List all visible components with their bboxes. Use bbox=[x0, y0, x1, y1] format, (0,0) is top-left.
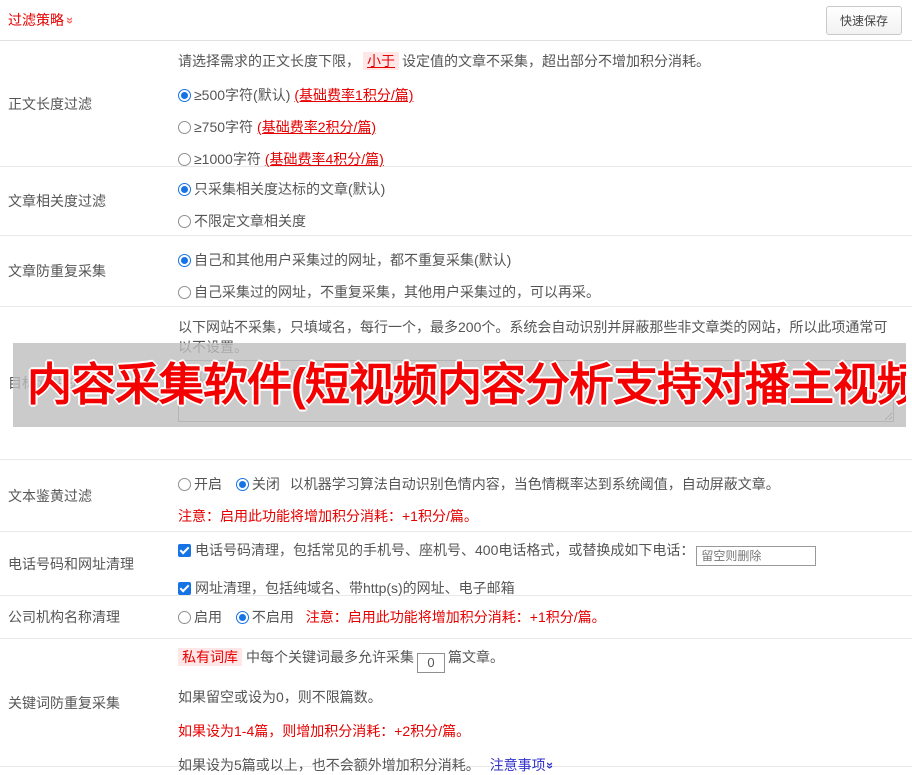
radio-icon[interactable] bbox=[178, 611, 191, 624]
site-filter-intro: 以下网站不采集，只填域名，每行一个，最多200个。系统会自动识别并屏蔽那些非文章… bbox=[178, 319, 888, 355]
radio-selected-icon[interactable] bbox=[235, 611, 249, 624]
row-label: 文本鉴黄过滤 bbox=[8, 487, 92, 504]
radio-icon[interactable] bbox=[178, 215, 191, 228]
replacement-phone-input[interactable] bbox=[696, 546, 817, 566]
company-cleanup-enable-option[interactable]: 启用 bbox=[178, 609, 222, 625]
fee-note: (基础费率2积分/篇) bbox=[257, 119, 377, 135]
notes-link[interactable]: 注意事项» bbox=[490, 757, 558, 773]
row-porn-filter: 文本鉴黄过滤 开启 关闭 以机器学习算法自动识别色情内容，当色情概率达到系统阈值… bbox=[0, 460, 912, 532]
blocked-domains-textarea[interactable] bbox=[178, 360, 894, 422]
fee-note: (基础费率4积分/篇) bbox=[264, 151, 384, 167]
page-title[interactable]: 过滤策略 » bbox=[8, 10, 79, 30]
lessthan-highlight: 小于 bbox=[363, 52, 399, 70]
quick-save-button[interactable]: 快速保存 bbox=[825, 5, 902, 35]
chevron-down-icon: » bbox=[63, 16, 79, 24]
company-cleanup-disable-option[interactable]: 不启用 bbox=[235, 609, 294, 625]
length-option-1000[interactable]: ≥1000字符 (基础费率4积分/篇) bbox=[178, 149, 904, 169]
row-company-name-cleanup: 公司机构名称清理 启用 不启用 注意：启用此功能将增加积分消耗：+1积分/篇。 bbox=[0, 596, 912, 639]
checkbox-checked-icon[interactable] bbox=[178, 544, 191, 557]
checkbox-checked-icon[interactable] bbox=[178, 582, 191, 595]
row-target-site-filter: 目标网站过滤 以下网站不采集，只填域名，每行一个，最多200个。系统会自动识别并… bbox=[0, 307, 912, 460]
row-content-length-filter: 正文长度过滤 请选择需求的正文长度下限， 小于 设定值的文章不采集，超出部分不增加积… bbox=[0, 41, 912, 167]
row-label: 关键词防重复采集 bbox=[8, 694, 120, 711]
company-cleanup-cost-note: 注意：启用此功能将增加积分消耗：+1积分/篇。 bbox=[305, 609, 606, 625]
length-option-750[interactable]: ≥750字符 (基础费率2积分/篇) bbox=[178, 117, 904, 137]
row-label: 文章相关度过滤 bbox=[8, 193, 106, 209]
row-label: 文章防重复采集 bbox=[8, 263, 106, 279]
dedup-option-all-users[interactable]: 自己和其他用户采集过的网址，都不重复采集(默认) bbox=[178, 250, 904, 270]
page-title-text: 过滤策略 bbox=[8, 12, 64, 28]
row-relevance-filter: 文章相关度过滤 只采集相关度达标的文章(默认) 不限定文章相关度 bbox=[0, 167, 912, 236]
row-label: 电话号码和网址清理 bbox=[8, 555, 134, 572]
porn-filter-desc: 以机器学习算法自动识别色情内容，当色情概率达到系统阈值，自动屏蔽文章。 bbox=[289, 476, 780, 492]
dedup-option-self-only[interactable]: 自己采集过的网址，不重复采集，其他用户采集过的，可以再采。 bbox=[178, 282, 904, 302]
fee-note: (基础费率1积分/篇) bbox=[294, 87, 414, 103]
radio-icon[interactable] bbox=[178, 286, 191, 299]
length-option-500[interactable]: ≥500字符(默认) (基础费率1积分/篇) bbox=[178, 85, 904, 105]
radio-icon[interactable] bbox=[178, 121, 191, 134]
row-dedup-collect: 文章防重复采集 自己和其他用户采集过的网址，都不重复采集(默认) 自己采集过的网… bbox=[0, 236, 912, 307]
row-label: 目标网站过滤 bbox=[8, 375, 92, 391]
keyword-note-cost: 如果设为1-4篇，则增加积分消耗：+2积分/篇。 bbox=[178, 722, 471, 739]
radio-selected-icon[interactable] bbox=[235, 478, 249, 491]
radio-selected-icon[interactable] bbox=[178, 89, 191, 102]
keyword-note-five-plus: 如果设为5篇或以上，也不会额外增加积分消耗。 注意事项» bbox=[178, 756, 558, 773]
porn-filter-on-option[interactable]: 开启 bbox=[178, 476, 222, 492]
keyword-count-input[interactable] bbox=[417, 652, 445, 673]
keyword-note-unlimited: 如果留空或设为0，则不限篇数。 bbox=[178, 688, 382, 705]
porn-filter-cost-note: 注意：启用此功能将增加积分消耗：+1积分/篇。 bbox=[178, 508, 478, 524]
relevance-option-any[interactable]: 不限定文章相关度 bbox=[178, 211, 904, 231]
url-cleanup-option[interactable]: 网址清理，包括纯域名、带http(s)的网址、电子邮箱 bbox=[178, 578, 904, 598]
radio-icon[interactable] bbox=[178, 153, 191, 166]
private-lexicon-link[interactable]: 私有词库 bbox=[178, 648, 242, 666]
relevance-option-strict[interactable]: 只采集相关度达标的文章(默认) bbox=[178, 179, 904, 199]
radio-selected-icon[interactable] bbox=[178, 183, 191, 196]
radio-icon[interactable] bbox=[178, 478, 191, 491]
phone-cleanup-option[interactable]: 电话号码清理，包括常见的手机号、座机号、400电话格式，或替换成如下电话： bbox=[178, 540, 904, 566]
row-keyword-dedup: 关键词防重复采集 私有词库中每个关键词最多允许采集篇文章。 如果留空或设为0，则… bbox=[0, 639, 912, 773]
keyword-limit-line: 私有词库中每个关键词最多允许采集篇文章。 bbox=[178, 647, 904, 673]
top-bar: 过滤策略 » 快速保存 bbox=[0, 0, 912, 41]
row-label: 正文长度过滤 bbox=[8, 95, 92, 112]
row-phone-url-cleanup: 电话号码和网址清理 电话号码清理，包括常见的手机号、座机号、400电话格式，或替… bbox=[0, 532, 912, 596]
row-label: 公司机构名称清理 bbox=[8, 609, 120, 625]
length-filter-intro: 请选择需求的正文长度下限， 小于 设定值的文章不采集，超出部分不增加积分消耗。 bbox=[178, 52, 710, 70]
radio-selected-icon[interactable] bbox=[178, 254, 191, 267]
porn-filter-off-option[interactable]: 关闭 bbox=[235, 476, 280, 492]
